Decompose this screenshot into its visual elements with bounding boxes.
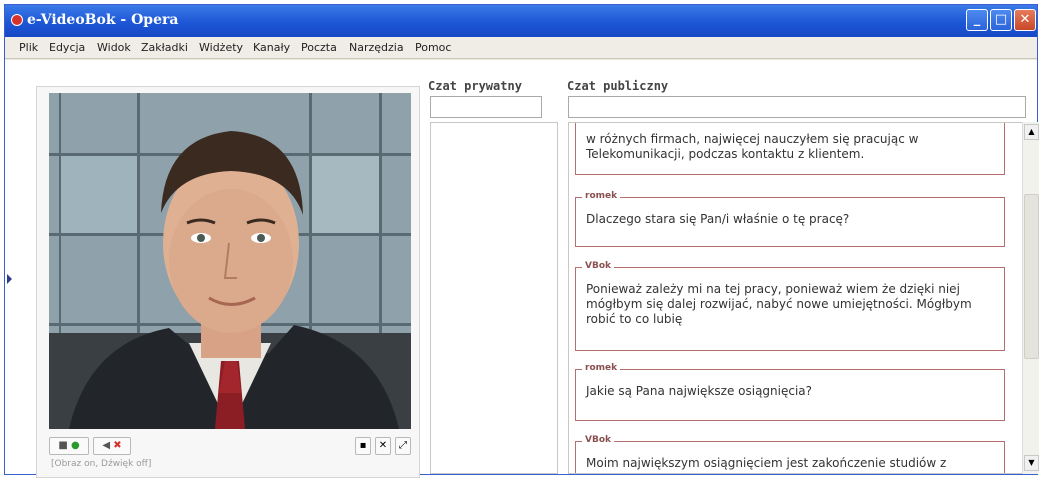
video-fullscreen-button[interactable]: ⤢	[395, 437, 411, 455]
menu-plik[interactable]: Plik	[19, 41, 38, 54]
window-title: e-VideoBok - Opera	[27, 12, 179, 28]
video-feed	[49, 93, 411, 429]
menu-zakladki[interactable]: Zakładki	[141, 41, 188, 54]
menu-pomoc[interactable]: Pomoc	[415, 41, 451, 54]
chat-message: VBok Ponieważ zależy mi na tej pracy, po…	[575, 261, 1005, 351]
message-author: VBok	[582, 261, 614, 271]
scroll-down-icon[interactable]: ▼	[1024, 455, 1039, 471]
menu-widok[interactable]: Widok	[97, 41, 131, 54]
media-status-text: [Obraz on, Dźwięk off]	[51, 459, 152, 469]
chat-message: w różnych firmach, najwięcej nauczyłem s…	[575, 123, 1005, 175]
menu-kanaly[interactable]: Kanały	[253, 41, 290, 54]
public-chat-title: Czat publiczny	[567, 79, 669, 93]
message-author: VBok	[582, 435, 614, 445]
browser-window: e-VideoBok - Opera _ □ ✕ Plik Edycja Wid…	[4, 4, 1039, 478]
scroll-up-icon[interactable]: ▲	[1024, 124, 1039, 140]
maximize-button[interactable]: □	[990, 9, 1012, 31]
chat-scrollbar[interactable]: ▲ ▼	[1022, 122, 1039, 474]
message-author: romek	[582, 191, 621, 201]
chat-message: romek Dlaczego stara się Pan/i właśnie o…	[575, 191, 1005, 247]
chat-message: romek Jakie są Pana największe osiągnięc…	[575, 363, 1005, 421]
sound-toggle-button[interactable]: ◀ ✖	[93, 437, 131, 455]
menu-bar: Plik Edycja Widok Zakładki Widżety Kanał…	[5, 37, 1037, 59]
private-chat-list[interactable]	[430, 122, 558, 474]
camera-icon: ■	[58, 440, 68, 451]
video-portrait	[49, 93, 411, 429]
private-chat-input[interactable]	[430, 96, 542, 118]
close-button[interactable]: ✕	[1014, 9, 1036, 31]
title-bar[interactable]: e-VideoBok - Opera _ □ ✕	[5, 5, 1037, 37]
video-minimize-button[interactable]: ▪	[355, 437, 371, 455]
menu-widzety[interactable]: Widżety	[199, 41, 243, 54]
message-text: Dlaczego stara się Pan/i właśnie o tę pr…	[586, 212, 850, 226]
private-chat-title: Czat prywatny	[428, 79, 522, 93]
opera-logo-icon	[11, 14, 23, 26]
speaker-icon: ◀	[102, 440, 111, 451]
chat-message: VBok Moim największym osiągnięciem jest …	[575, 435, 1005, 473]
public-chat-messages: w różnych firmach, najwięcej nauczyłem s…	[568, 122, 1023, 474]
menu-narzedzia[interactable]: Narzędzia	[349, 41, 404, 54]
minimize-button[interactable]: _	[966, 9, 988, 31]
menu-edycja[interactable]: Edycja	[49, 41, 85, 54]
menu-poczta[interactable]: Poczta	[301, 41, 337, 54]
sound-off-indicator-icon: ✖	[113, 440, 122, 451]
video-close-button[interactable]: ✕	[375, 437, 391, 455]
message-author: romek	[582, 363, 621, 373]
page-content: ■ ● ◀ ✖ [Obraz on, Dźwięk off] ▪ ✕ ⤢ Cza…	[5, 60, 1039, 478]
camera-toggle-button[interactable]: ■ ●	[49, 437, 89, 455]
camera-on-indicator-icon: ●	[70, 440, 80, 451]
video-panel: ■ ● ◀ ✖ [Obraz on, Dźwięk off] ▪ ✕ ⤢	[36, 86, 420, 478]
message-text: w różnych firmach, najwięcej nauczyłem s…	[586, 132, 919, 161]
message-text: Moim największym osiągnięciem jest zakoń…	[586, 456, 947, 470]
side-panel-arrow-icon[interactable]	[7, 274, 12, 284]
message-text: Ponieważ zależy mi na tej pracy, poniewa…	[586, 282, 972, 326]
scroll-thumb[interactable]	[1024, 194, 1039, 359]
message-text: Jakie są Pana największe osiągnięcia?	[586, 384, 813, 398]
public-chat-input[interactable]	[568, 96, 1026, 118]
